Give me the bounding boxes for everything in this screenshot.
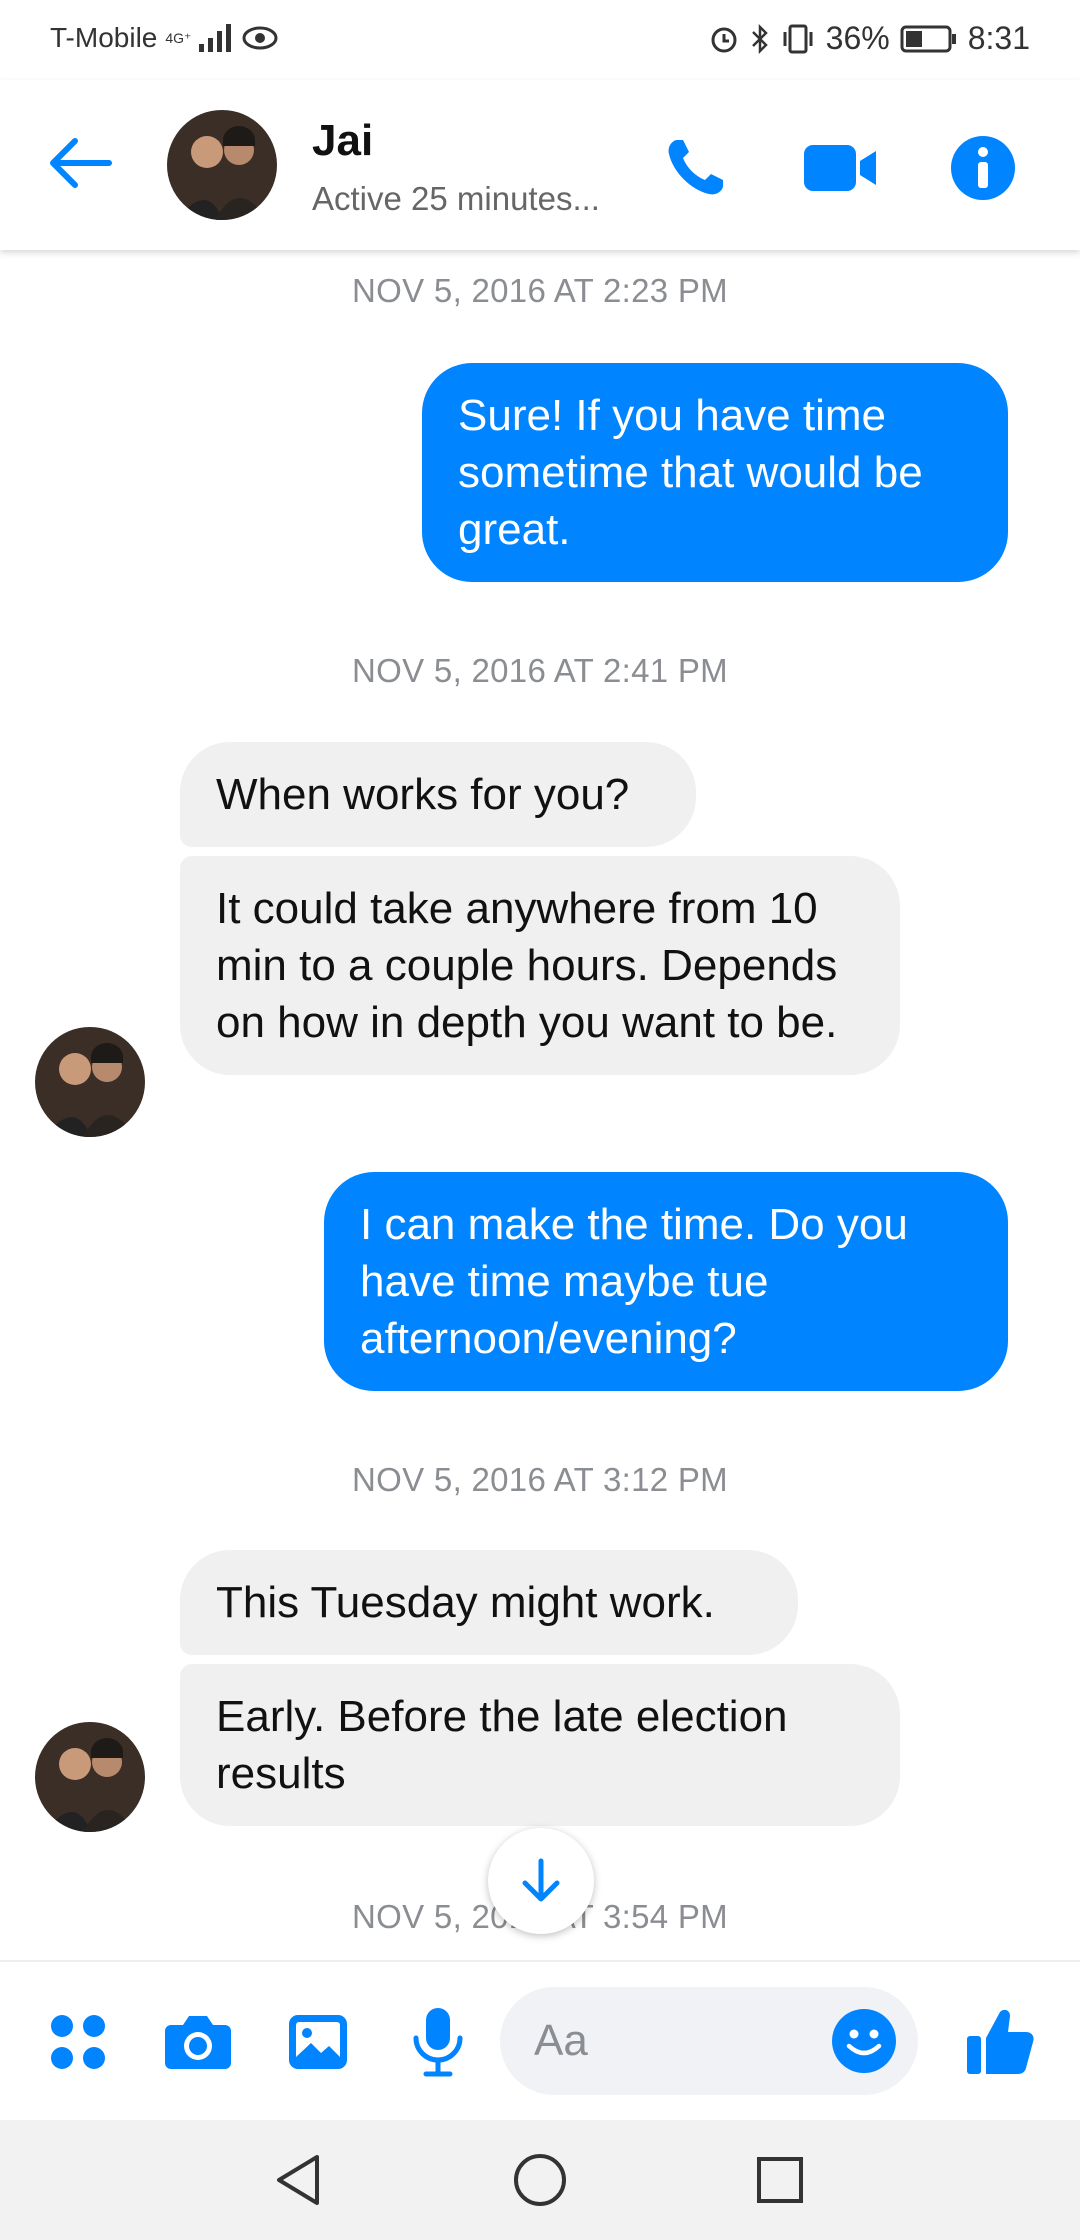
signal-icon: [199, 24, 232, 52]
outgoing-message[interactable]: I can make the time. Do you have time ma…: [324, 1172, 1008, 1391]
microphone-icon: [413, 2008, 463, 2077]
sender-photo: [35, 1722, 145, 1832]
clock: 8:31: [967, 20, 1030, 56]
voice-call-button[interactable]: [655, 128, 735, 208]
network-type: 4G⁺: [165, 30, 192, 46]
system-navigation-bar: [0, 2120, 1080, 2240]
video-call-button[interactable]: [800, 128, 880, 208]
emoji-button[interactable]: [824, 2001, 904, 2081]
incoming-message[interactable]: Early. Before the late election results: [180, 1664, 900, 1826]
nav-home-button[interactable]: [500, 2140, 580, 2220]
alarm-icon: [711, 27, 737, 52]
contact-name[interactable]: Jai: [312, 116, 373, 166]
status-bar: T-Mobile 4G⁺ 36% 8:31: [0, 0, 1080, 80]
triangle-back-icon: [277, 2155, 319, 2205]
battery-percent: 36%: [825, 20, 890, 56]
camera-icon: [165, 2016, 231, 2069]
incoming-message[interactable]: This Tuesday might work.: [180, 1550, 798, 1655]
voice-message-button[interactable]: [393, 1997, 483, 2087]
message-input-container[interactable]: [500, 1987, 918, 2095]
square-recents-icon: [757, 2157, 803, 2203]
info-icon: [951, 136, 1015, 200]
more-actions-button[interactable]: [33, 1997, 123, 2087]
conversation-header: Jai Active 25 minutes...: [0, 80, 1080, 250]
message-input[interactable]: [534, 2011, 794, 2071]
message-composer: [0, 1960, 1080, 2120]
incoming-message[interactable]: It could take anywhere from 10 min to a …: [180, 856, 900, 1075]
message-timestamp: NOV 5, 2016 AT 2:41 PM: [352, 652, 728, 689]
contact-active-status: Active 25 minutes...: [312, 180, 600, 217]
contact-avatar[interactable]: [167, 110, 277, 220]
four-dots-icon: [51, 2015, 105, 2069]
sender-photo: [35, 1027, 145, 1137]
image-icon: [289, 2015, 347, 2069]
status-right: 36% 8:31: [708, 20, 1030, 57]
scroll-to-bottom-button[interactable]: [488, 1828, 594, 1934]
vibrate-icon: [783, 24, 813, 53]
outgoing-message[interactable]: Sure! If you have time sometime that wou…: [422, 363, 1008, 582]
battery-icon: [900, 25, 956, 52]
status-left: T-Mobile 4G⁺: [50, 22, 279, 54]
phone-icon: [668, 140, 723, 195]
incoming-message[interactable]: When works for you?: [180, 742, 696, 847]
circle-home-icon: [514, 2154, 566, 2206]
conversation-info-button[interactable]: [943, 128, 1023, 208]
sender-avatar[interactable]: [35, 1027, 145, 1137]
sender-avatar[interactable]: [35, 1722, 145, 1832]
video-camera-icon: [804, 145, 876, 191]
nav-recents-button[interactable]: [740, 2140, 820, 2220]
eye-icon: [242, 26, 278, 50]
smiley-icon: [832, 2009, 896, 2073]
bluetooth-icon: [751, 23, 768, 54]
message-timestamp: NOV 5, 2016 AT 2:23 PM: [352, 272, 728, 309]
gallery-button[interactable]: [273, 1997, 363, 2087]
message-timestamp: NOV 5, 2016 AT 3:12 PM: [352, 1461, 728, 1498]
contact-photo: [167, 110, 277, 220]
carrier-label: T-Mobile: [50, 22, 158, 53]
arrow-down-icon: [522, 1858, 560, 1902]
message-list[interactable]: NOV 5, 2016 AT 2:23 PM Sure! If you have…: [0, 250, 1080, 1960]
nav-back-button[interactable]: [258, 2140, 338, 2220]
camera-button[interactable]: [153, 1997, 243, 2087]
like-button[interactable]: [955, 1997, 1045, 2087]
back-button[interactable]: [40, 128, 120, 198]
thumbs-up-icon: [967, 2009, 1034, 2074]
back-arrow-icon: [50, 138, 112, 188]
